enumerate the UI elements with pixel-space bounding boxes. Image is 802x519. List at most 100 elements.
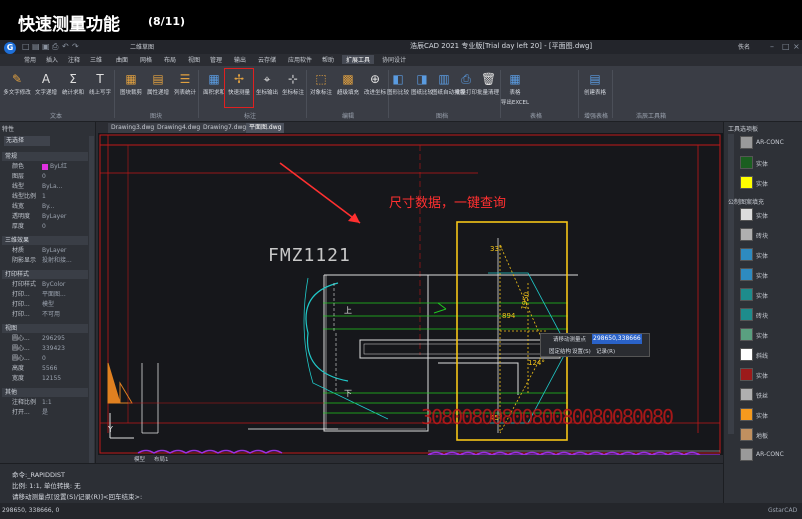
- prop-row[interactable]: 宽度 12155: [4, 374, 88, 384]
- prop-row[interactable]: 厚度 0: [4, 222, 88, 232]
- prop-row[interactable]: 打印... 不可用: [4, 310, 88, 320]
- prop-row[interactable]: 阴影显示 投射和接...: [4, 256, 88, 266]
- doc-tab[interactable]: Drawing7.dwg: [200, 123, 250, 133]
- drawing-compare-button[interactable]: ◨ 图纸比较: [410, 72, 434, 96]
- hatch-swatch[interactable]: [740, 268, 753, 281]
- table-button[interactable]: ▦ 表格 导出EXCEL: [500, 72, 530, 106]
- prop-row[interactable]: 线宽 By...: [4, 202, 88, 212]
- multi-text-edit-button[interactable]: ✎ 多文字修改: [2, 72, 32, 96]
- prop-row[interactable]: 高度 5566: [4, 364, 88, 374]
- section-other[interactable]: 其他: [2, 388, 88, 397]
- hatch-swatch[interactable]: [740, 328, 753, 341]
- tab-collaboration[interactable]: 协同设计: [382, 55, 406, 64]
- tab-manage[interactable]: 管理: [210, 55, 222, 64]
- prop-row[interactable]: 注释比例 1:1: [4, 398, 88, 408]
- hatch-swatch[interactable]: [740, 308, 753, 321]
- batch-print-button[interactable]: ⎙ 批量打印: [454, 72, 478, 96]
- prop-row[interactable]: 材质 ByLayer: [4, 246, 88, 256]
- tab-3d[interactable]: 三维: [90, 55, 102, 64]
- tab-insert[interactable]: 插入: [46, 55, 58, 64]
- section-general[interactable]: 常规: [2, 152, 88, 161]
- hatch-swatch[interactable]: [740, 288, 753, 301]
- hatch-swatch[interactable]: [740, 348, 753, 361]
- auto-layout-button[interactable]: ▥ 图纸自动排版: [432, 72, 465, 96]
- prop-row[interactable]: 图层 0: [4, 172, 88, 182]
- option-settings[interactable]: 设置(S): [572, 347, 591, 355]
- tab-apps[interactable]: 应用软件: [288, 55, 312, 64]
- prop-row[interactable]: 圆心... 339423: [4, 344, 88, 354]
- print-icon[interactable]: ⎙: [52, 42, 58, 52]
- section-3d-effects[interactable]: 三维效果: [2, 236, 88, 245]
- maximize-icon[interactable]: □: [782, 42, 790, 51]
- sum-stats-button[interactable]: Σ 统计求和: [58, 72, 88, 96]
- tab-surface[interactable]: 曲面: [116, 55, 128, 64]
- hatch-swatch[interactable]: [740, 156, 753, 169]
- layout-tab-model[interactable]: 模型: [134, 455, 145, 463]
- tab-home[interactable]: 常用: [24, 55, 36, 64]
- drawing-canvas[interactable]: 尺寸数据，一键查询 FMZ1121 上 下 33° 124° 45° 894 1…: [98, 133, 723, 456]
- prop-row[interactable]: 圆心... 296295: [4, 334, 88, 344]
- prop-row[interactable]: 打印样式 ByColor: [4, 280, 88, 290]
- tab-output[interactable]: 输出: [234, 55, 246, 64]
- create-table-button[interactable]: ▤ 创建表格: [580, 72, 610, 96]
- prop-row[interactable]: 打印... 平面图...: [4, 290, 88, 300]
- minimize-icon[interactable]: –: [770, 42, 774, 51]
- user-label[interactable]: 佚名: [738, 42, 750, 51]
- doc-tab[interactable]: Drawing3.dwg: [108, 123, 158, 133]
- command-prompt[interactable]: 请移动测量点[设置(S)/记录(R)]<回车结束>:: [12, 491, 142, 501]
- tool-palette-tabbar[interactable]: [728, 134, 734, 434]
- block-clip-button[interactable]: ▦ 图块裁剪: [116, 72, 146, 96]
- prop-row[interactable]: 线型比例 1: [4, 192, 88, 202]
- measure-coord-input[interactable]: 298650,338666: [592, 334, 642, 344]
- properties-scrollbar[interactable]: [89, 136, 94, 466]
- hatch-swatch[interactable]: [740, 228, 753, 241]
- prop-row[interactable]: 打印... 模型: [4, 300, 88, 310]
- doc-tab-active[interactable]: 平面图.dwg: [246, 123, 285, 133]
- app-logo-icon[interactable]: G: [4, 42, 16, 54]
- hatch-swatch[interactable]: [740, 208, 753, 221]
- super-fill-button[interactable]: ▩ 超级填充: [333, 72, 363, 96]
- text-increment-button[interactable]: A 文字递增: [31, 72, 61, 96]
- attribute-increment-button[interactable]: ▤ 属性递增: [143, 72, 173, 96]
- hatch-swatch[interactable]: [740, 388, 753, 401]
- object-label-button[interactable]: ⬚ 对象标注: [306, 72, 336, 96]
- hatch-swatch[interactable]: [740, 136, 753, 149]
- tab-extension-tools[interactable]: 扩展工具: [342, 55, 375, 64]
- section-view[interactable]: 视图: [2, 324, 88, 333]
- coord-label-button[interactable]: ⊹ 坐标标注: [278, 72, 308, 96]
- prop-row[interactable]: 透明度 ByLayer: [4, 212, 88, 222]
- prop-row[interactable]: 打开... 是: [4, 408, 88, 418]
- tab-view[interactable]: 视图: [188, 55, 200, 64]
- save-icon[interactable]: ▣: [42, 42, 50, 51]
- tab-cloud[interactable]: 云存储: [258, 55, 276, 64]
- redo-icon[interactable]: ↷: [72, 42, 79, 51]
- hatch-swatch[interactable]: [740, 176, 753, 189]
- undo-icon[interactable]: ↶: [62, 42, 69, 51]
- tab-help[interactable]: 帮助: [322, 55, 334, 64]
- prop-row[interactable]: 线型 ByLa...: [4, 182, 88, 192]
- close-icon[interactable]: ×: [793, 42, 800, 51]
- option-fixed-structure[interactable]: 固定结构: [549, 347, 571, 355]
- selection-dropdown[interactable]: 无选择: [4, 136, 50, 146]
- doc-tab[interactable]: Drawing4.dwg: [154, 123, 204, 133]
- prop-row[interactable]: 圆心... 0: [4, 354, 88, 364]
- text-on-line-button[interactable]: T 线上写字: [85, 72, 115, 96]
- section-plot-style[interactable]: 打印样式: [2, 270, 88, 279]
- hatch-swatch[interactable]: [740, 248, 753, 261]
- hatch-swatch[interactable]: [740, 428, 753, 441]
- hatch-swatch[interactable]: [740, 448, 753, 461]
- prop-row[interactable]: 颜色 ByL红: [4, 162, 88, 172]
- tab-layout[interactable]: 布局: [164, 55, 176, 64]
- batch-clean-button[interactable]: 🗑 批量清理: [476, 72, 500, 96]
- layout-tab-1[interactable]: 布局1: [154, 455, 169, 463]
- quick-measure-button[interactable]: ✢ 快速测量: [224, 68, 254, 108]
- list-stats-button[interactable]: ☰ 列表统计: [170, 72, 200, 96]
- option-record[interactable]: 记录(R): [596, 347, 615, 355]
- workspace-selector[interactable]: 二维草图: [130, 42, 154, 51]
- hatch-swatch[interactable]: [740, 408, 753, 421]
- hatch-swatch[interactable]: [740, 368, 753, 381]
- graphic-compare-button[interactable]: ◧ 图形比较: [386, 72, 410, 96]
- tab-mesh[interactable]: 网格: [140, 55, 152, 64]
- new-file-icon[interactable]: □: [22, 42, 30, 51]
- open-file-icon[interactable]: ▤: [32, 42, 40, 51]
